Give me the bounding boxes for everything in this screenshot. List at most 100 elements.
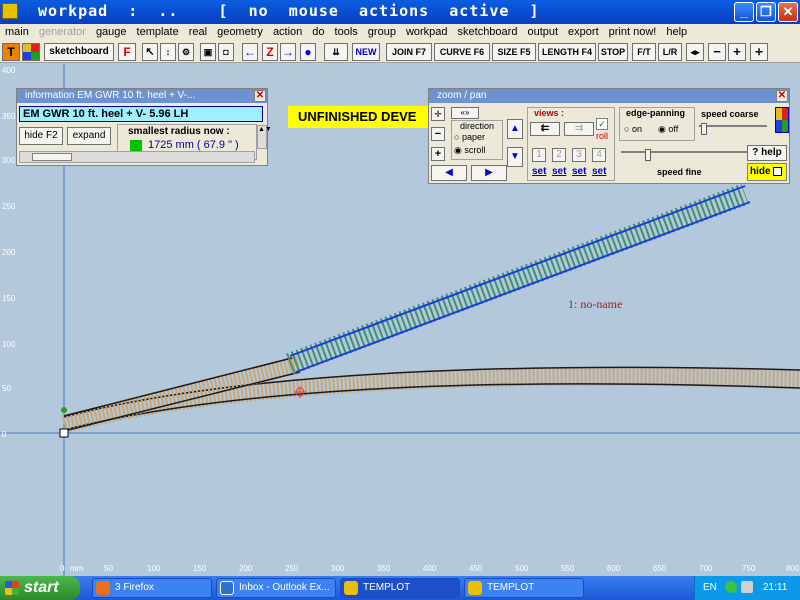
y-label-200: 200 xyxy=(2,248,16,257)
arrow-right-icon[interactable]: → xyxy=(280,43,296,61)
ft-button[interactable]: F/T xyxy=(632,43,656,61)
curve-button[interactable]: CURVE F6 xyxy=(434,43,490,61)
zoom-in-button[interactable]: + xyxy=(728,43,746,61)
swap-icon[interactable]: ◂▸ xyxy=(686,43,704,61)
diverging-template-rail-2 xyxy=(295,201,751,373)
task-templot-2-label: TEMPLOT xyxy=(487,582,535,593)
speed-fine-thumb[interactable] xyxy=(645,149,651,161)
set-view-2[interactable]: set xyxy=(552,166,566,177)
start-button[interactable]: start xyxy=(0,576,80,600)
expand-button[interactable]: expand xyxy=(67,127,111,145)
join-button[interactable]: JOIN F7 xyxy=(386,43,432,61)
x-unit: mm xyxy=(70,564,84,573)
colour-icon[interactable] xyxy=(775,107,789,133)
direction-scroll-radio[interactable]: ◉ scroll xyxy=(454,145,485,156)
roller-icon[interactable]: ⚙ xyxy=(178,43,194,61)
dot-icon[interactable]: ● xyxy=(300,43,316,61)
set-view-3[interactable]: set xyxy=(572,166,586,177)
view-forward-icon[interactable]: ⇉ xyxy=(564,122,594,136)
menu-output[interactable]: output xyxy=(522,24,563,40)
view-slot-4[interactable]: 4 xyxy=(592,148,606,162)
z-button[interactable]: Z xyxy=(262,43,278,61)
menu-do[interactable]: do xyxy=(307,24,329,40)
close-button[interactable]: ✕ xyxy=(778,2,798,22)
zoom-close-icon[interactable]: ✕ xyxy=(776,90,788,102)
task-outlook-label: Inbox - Outlook Ex... xyxy=(239,582,330,593)
new-button[interactable]: NEW xyxy=(352,43,380,61)
view-slot-2[interactable]: 2 xyxy=(552,148,566,162)
pan-down-icon[interactable]: ▼ xyxy=(507,147,523,167)
menu-real[interactable]: real xyxy=(184,24,212,40)
t-button[interactable]: T xyxy=(2,43,20,61)
help-button[interactable]: ? help xyxy=(747,145,787,161)
info-scroll-horizontal[interactable] xyxy=(19,151,255,163)
minimize-button[interactable]: _ xyxy=(734,2,754,22)
view-slot-1[interactable]: 1 xyxy=(532,148,546,162)
task-templot-1[interactable]: TEMPLOT xyxy=(340,578,460,598)
info-scroll-vertical[interactable]: ▲▼ xyxy=(257,125,272,149)
tray-app-icon[interactable] xyxy=(725,581,737,593)
info-scroll-thumb[interactable] xyxy=(32,153,72,161)
view-slot-3[interactable]: 3 xyxy=(572,148,586,162)
pointer-icon[interactable]: ↖ xyxy=(142,43,158,61)
menu-action[interactable]: action xyxy=(268,24,307,40)
set-view-4[interactable]: set xyxy=(592,166,606,177)
maximize-button[interactable]: ❐ xyxy=(756,2,776,22)
task-templot-2[interactable]: TEMPLOT xyxy=(464,578,584,598)
x-label-800: 800 xyxy=(786,564,800,573)
pan-cross-icon[interactable]: ✛ xyxy=(750,43,768,61)
language-indicator[interactable]: EN xyxy=(703,582,717,593)
menu-group[interactable]: group xyxy=(363,24,401,40)
rotate-buttons-icon[interactable]: «» xyxy=(451,107,479,119)
speaker-icon[interactable] xyxy=(741,581,753,593)
sketchboard-button[interactable]: sketchboard xyxy=(44,43,114,61)
zoom-in-icon[interactable]: + xyxy=(431,147,445,161)
double-down-icon[interactable]: ⇊ xyxy=(324,43,348,61)
zoom-out-icon[interactable]: − xyxy=(431,127,445,141)
length-button[interactable]: LENGTH F4 xyxy=(538,43,596,61)
lr-button[interactable]: L/R xyxy=(658,43,682,61)
set-view-1[interactable]: set xyxy=(532,166,546,177)
speed-coarse-thumb[interactable] xyxy=(701,123,707,135)
task-outlook[interactable]: Inbox - Outlook Ex... xyxy=(216,578,336,598)
menu-workpad[interactable]: workpad xyxy=(401,24,453,40)
menu-help[interactable]: help xyxy=(661,24,692,40)
colour-palette-button[interactable] xyxy=(22,43,40,61)
arrow-left-icon[interactable]: ← xyxy=(242,43,258,61)
zoom-out-button[interactable]: − xyxy=(708,43,726,61)
view-back-icon[interactable]: ⇇ xyxy=(530,122,560,136)
x-label-450: 450 xyxy=(469,564,483,573)
menu-template[interactable]: template xyxy=(132,24,184,40)
roll-checkbox[interactable]: ✓ xyxy=(596,118,608,130)
template-name-field: EM GWR 10 ft. heel + V- 5.96 LH xyxy=(19,106,263,122)
hide-zoom-toggle[interactable]: hide xyxy=(747,163,787,181)
menu-geometry[interactable]: geometry xyxy=(212,24,268,40)
center-frame-icon[interactable]: ◘ xyxy=(218,43,234,61)
menu-generator[interactable]: generator xyxy=(34,24,91,40)
edge-on-radio[interactable]: ○ on xyxy=(624,124,642,134)
menu-print-now[interactable]: print now! xyxy=(604,24,662,40)
menu-export[interactable]: export xyxy=(563,24,604,40)
pan-right-icon[interactable]: ▶ xyxy=(471,165,507,181)
menu-sketchboard[interactable]: sketchboard xyxy=(453,24,523,40)
menu-tools[interactable]: tools xyxy=(330,24,363,40)
hide-checkbox[interactable] xyxy=(773,166,783,176)
pan-left-icon[interactable]: ◀ xyxy=(431,165,467,181)
task-firefox[interactable]: 3 Firefox xyxy=(92,578,212,598)
size-button[interactable]: SIZE F5 xyxy=(492,43,536,61)
turnout-sleepers xyxy=(61,355,303,433)
direction-paper-radio[interactable]: ○ paper xyxy=(454,132,485,142)
information-close-icon[interactable]: ✕ xyxy=(254,90,266,102)
menu-gauge[interactable]: gauge xyxy=(91,24,132,40)
hide-info-button[interactable]: hide F2 xyxy=(19,127,63,145)
f-button[interactable]: F xyxy=(118,43,136,61)
stop-button[interactable]: STOP xyxy=(598,43,628,61)
pan-up-icon[interactable]: ▲ xyxy=(507,119,523,139)
zoom-pan-panel: zoom / pan ✕ ✛ − + «» direction ○ paper … xyxy=(428,88,790,184)
zoom-fit-icon[interactable]: ✛ xyxy=(431,107,445,121)
fit-frame-icon[interactable]: ▣ xyxy=(200,43,216,61)
edge-off-radio[interactable]: ◉ off xyxy=(658,124,678,135)
menu-main[interactable]: main xyxy=(0,24,34,40)
peg-move-icon[interactable]: ↕ xyxy=(160,43,176,61)
speed-coarse-slider[interactable] xyxy=(699,123,767,137)
